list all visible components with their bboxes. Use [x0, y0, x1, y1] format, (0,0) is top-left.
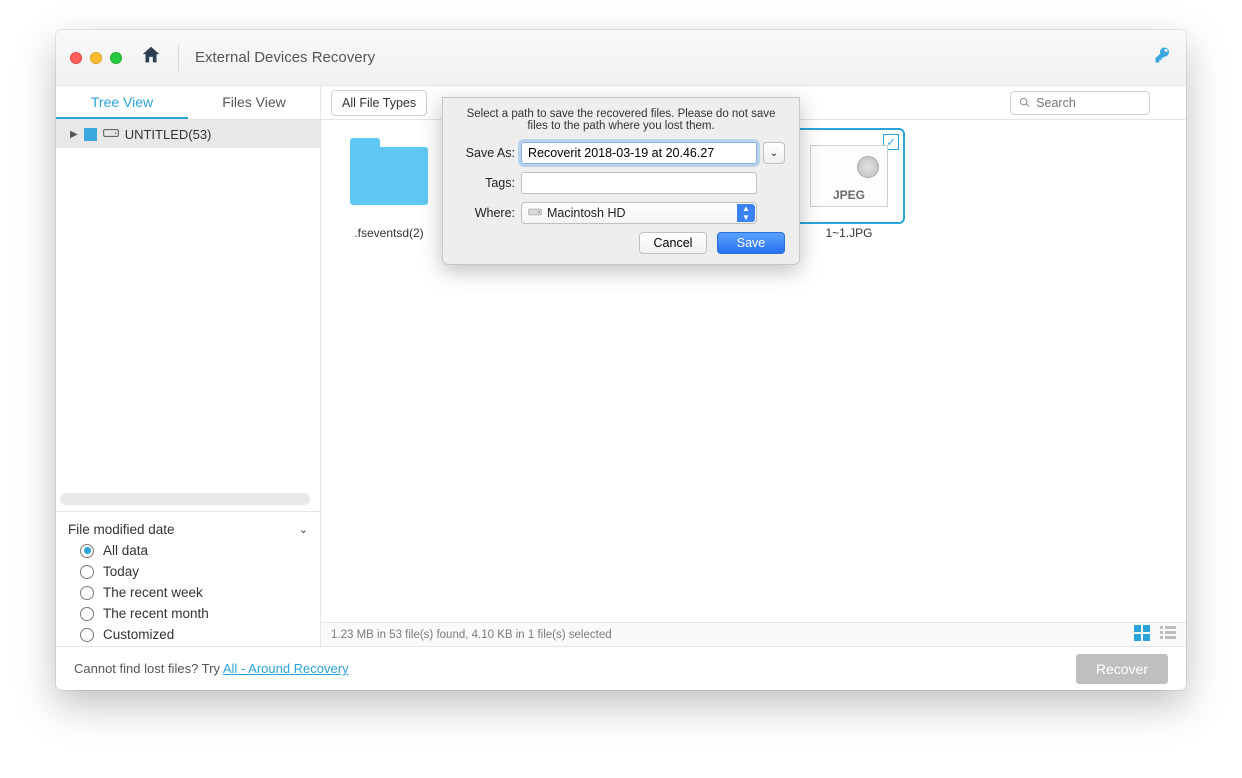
key-icon[interactable] — [1154, 46, 1172, 69]
radio-recent-month[interactable]: The recent month — [80, 606, 308, 621]
checkbox-icon[interactable] — [84, 128, 97, 141]
search-icon — [1019, 96, 1030, 109]
where-select[interactable]: Macintosh HD ▲▼ — [521, 202, 757, 224]
list-view-icon[interactable] — [1160, 625, 1176, 644]
file-item-jpeg[interactable]: ✓ JPEG 1~1.JPG — [793, 130, 905, 240]
radio-label: The recent week — [103, 585, 203, 600]
recover-button[interactable]: Recover — [1076, 654, 1168, 684]
where-value: Macintosh HD — [547, 206, 626, 220]
save-as-label: Save As: — [457, 146, 515, 160]
tree-panel: ▶ UNTITLED(53) — [56, 120, 320, 511]
footer: Cannot find lost files? Try All - Around… — [56, 646, 1186, 690]
expand-dialog-button[interactable]: ⌄ — [763, 142, 785, 164]
where-label: Where: — [457, 206, 515, 220]
chevron-right-icon[interactable]: ▶ — [70, 129, 78, 140]
page-title: External Devices Recovery — [195, 49, 375, 66]
save-as-field[interactable] — [521, 142, 757, 164]
status-text: 1.23 MB in 53 file(s) found, 4.10 KB in … — [331, 629, 612, 641]
tags-label: Tags: — [457, 176, 515, 190]
title-bar: External Devices Recovery — [56, 30, 1186, 86]
radio-label: Customized — [103, 627, 174, 642]
filter-panel: File modified date ⌄ All data Today The … — [56, 511, 320, 646]
tree-item-untitled[interactable]: ▶ UNTITLED(53) — [56, 120, 320, 148]
radio-icon — [80, 544, 94, 558]
save-dialog: Select a path to save the recovered file… — [442, 97, 800, 265]
radio-icon — [80, 586, 94, 600]
cancel-button[interactable]: Cancel — [639, 232, 707, 254]
jpeg-icon: JPEG — [810, 145, 888, 207]
tags-field[interactable] — [521, 172, 757, 194]
radio-icon — [80, 607, 94, 621]
maximize-icon[interactable] — [110, 52, 122, 64]
file-label: 1~1.JPG — [793, 226, 905, 240]
tab-tree-view[interactable]: Tree View — [56, 86, 188, 119]
radio-today[interactable]: Today — [80, 564, 308, 579]
minimize-icon[interactable] — [90, 52, 102, 64]
radio-recent-week[interactable]: The recent week — [80, 585, 308, 600]
status-bar: 1.23 MB in 53 file(s) found, 4.10 KB in … — [321, 622, 1186, 646]
drive-icon — [103, 126, 119, 143]
tab-files-view[interactable]: Files View — [188, 86, 320, 119]
grid-view-icon[interactable] — [1134, 625, 1150, 644]
radio-all-data[interactable]: All data — [80, 543, 308, 558]
radio-label: Today — [103, 564, 139, 579]
hdd-icon — [528, 206, 547, 221]
chevron-down-icon: ⌄ — [299, 523, 308, 536]
file-label: .fseventsd(2) — [333, 226, 445, 240]
radio-icon — [80, 565, 94, 579]
radio-icon — [80, 628, 94, 642]
window-controls — [70, 52, 122, 64]
footer-prefix: Cannot find lost files? Try — [74, 661, 223, 676]
footer-text: Cannot find lost files? Try All - Around… — [74, 661, 349, 676]
tree-item-label: UNTITLED(53) — [125, 127, 212, 142]
select-stepper-icon: ▲▼ — [737, 204, 755, 222]
radio-label: The recent month — [103, 606, 209, 621]
app-window: External Devices Recovery Tree View File… — [56, 30, 1186, 690]
divider — [178, 45, 179, 71]
filter-panel-header[interactable]: File modified date ⌄ — [68, 520, 308, 543]
file-type-filter[interactable]: All File Types — [331, 90, 427, 116]
search-input[interactable] — [1010, 91, 1150, 115]
file-item-folder[interactable]: .fseventsd(2) — [333, 130, 445, 240]
horizontal-scrollbar[interactable] — [60, 493, 310, 505]
filter-panel-title: File modified date — [68, 522, 175, 537]
folder-icon — [350, 147, 428, 205]
radio-customized[interactable]: Customized — [80, 627, 308, 642]
radio-label: All data — [103, 543, 148, 558]
close-icon[interactable] — [70, 52, 82, 64]
dialog-message: Select a path to save the recovered file… — [457, 108, 785, 132]
home-icon[interactable] — [140, 44, 162, 71]
sidebar: ▶ UNTITLED(53) File modified date ⌄ — [56, 120, 321, 646]
all-around-recovery-link[interactable]: All - Around Recovery — [223, 661, 349, 676]
save-button[interactable]: Save — [717, 232, 785, 254]
jpeg-badge: JPEG — [833, 188, 865, 202]
search-field[interactable] — [1036, 96, 1141, 110]
